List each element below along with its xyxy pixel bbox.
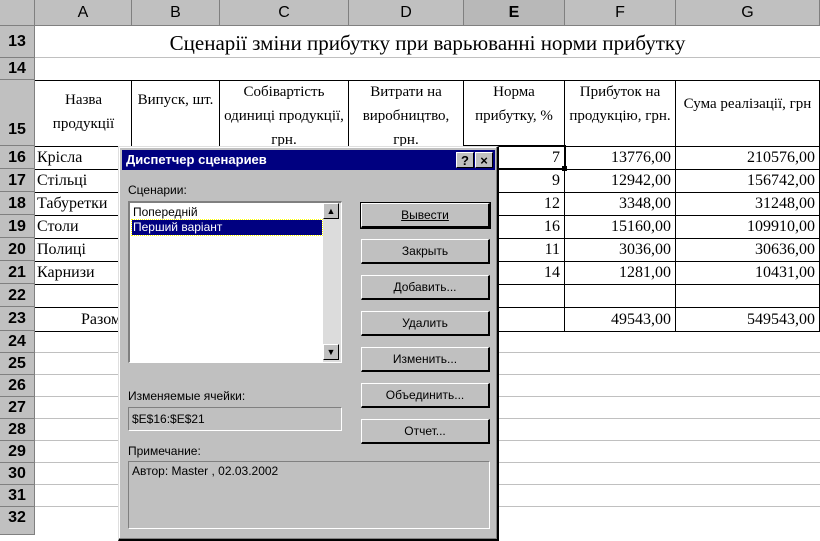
cell-product-name[interactable]: Столи [36, 216, 131, 238]
comment-field[interactable]: Автор: Master , 02.03.2002 [128, 461, 490, 529]
scroll-down-icon[interactable]: ▼ [323, 344, 339, 360]
header-cell-profit-rate[interactable]: Норма прибутку, % [464, 80, 564, 146]
add-button[interactable]: Добавить... [361, 275, 490, 300]
column-header-f[interactable]: F [565, 0, 676, 26]
merge-button[interactable]: Объединить... [361, 383, 490, 408]
row-header-28[interactable]: 28 [0, 419, 35, 441]
scenario-item-selected[interactable]: Перший варіант [131, 219, 323, 236]
row-header-16[interactable]: 16 [0, 146, 35, 169]
cell-product-name[interactable]: Карнизи [36, 262, 131, 284]
column-header-e[interactable]: E [464, 0, 565, 26]
row-header-22[interactable]: 22 [0, 284, 35, 307]
scenario-manager-dialog: Диспетчер сценариев ? × Сценарии: Попере… [118, 146, 499, 541]
row-header-17[interactable]: 17 [0, 169, 35, 192]
comment-label: Примечание: [128, 444, 201, 458]
close-icon[interactable]: × [475, 152, 493, 168]
header-cell-production-costs[interactable]: Витрати на виробництво, грн. [349, 80, 463, 146]
column-header-g[interactable]: G [676, 0, 820, 26]
cell-product-profit[interactable]: 15160,00 [565, 216, 675, 238]
cell-sales-sum[interactable]: 31248,00 [676, 193, 819, 215]
cell-sales-sum[interactable]: 30636,00 [676, 239, 819, 261]
show-button-label: Вывести [401, 208, 449, 222]
cell-sales-sum[interactable]: 10431,00 [676, 262, 819, 284]
row-header-25[interactable]: 25 [0, 353, 35, 375]
row-header-27[interactable]: 27 [0, 397, 35, 419]
scenario-item[interactable]: Попередній [132, 205, 322, 220]
column-header-a[interactable]: A [35, 0, 132, 26]
row-header-26[interactable]: 26 [0, 375, 35, 397]
row-header-24[interactable]: 24 [0, 331, 35, 353]
cell-product-profit[interactable]: 3348,00 [565, 193, 675, 215]
row-header-31[interactable]: 31 [0, 485, 35, 507]
row-header-21[interactable]: 21 [0, 261, 35, 284]
row-header-29[interactable]: 29 [0, 441, 35, 463]
row-header-32[interactable]: 32 [0, 507, 35, 535]
show-button[interactable]: Вывести [360, 202, 491, 229]
header-cell-product-profit[interactable]: Прибуток на продукцію, грн. [565, 80, 675, 146]
row-header-30[interactable]: 30 [0, 463, 35, 485]
scenarios-label: Сценарии: [128, 183, 187, 197]
fill-handle[interactable] [562, 166, 567, 171]
column-header-b[interactable]: B [132, 0, 220, 26]
cell-sales-sum[interactable]: 156742,00 [676, 170, 819, 192]
cell-product-name[interactable]: Стільці [36, 170, 131, 192]
cell-sales-sum[interactable]: 109910,00 [676, 216, 819, 238]
row-header-13[interactable]: 13 [0, 26, 35, 58]
row-header-19[interactable]: 19 [0, 215, 35, 238]
changing-cells-field[interactable]: $E$16:$E$21 [128, 407, 342, 431]
cell-sales-sum[interactable]: 210576,00 [676, 147, 819, 169]
cell-product-profit[interactable]: 3036,00 [565, 239, 675, 261]
cell-total-profit[interactable]: 49543,00 [565, 308, 675, 331]
header-cell-output[interactable]: Випуск, шт. [132, 82, 219, 146]
cell-product-name[interactable]: Крісла [36, 147, 131, 169]
cell-product-name[interactable]: Полиці [36, 239, 131, 261]
help-button[interactable]: ? [456, 152, 474, 168]
cell-product-profit[interactable]: 1281,00 [565, 262, 675, 284]
cell-product-profit[interactable]: 13776,00 [565, 147, 675, 169]
close-button[interactable]: Закрыть [361, 239, 490, 264]
row-header-14[interactable]: 14 [0, 58, 35, 80]
changing-cells-label: Изменяемые ячейки: [128, 389, 246, 403]
scroll-up-icon[interactable]: ▲ [323, 203, 339, 219]
column-header-c[interactable]: C [220, 0, 349, 26]
sheet-title[interactable]: Сценарії зміни прибутку при варьюванні н… [35, 28, 820, 58]
delete-button[interactable]: Удалить [361, 311, 490, 336]
scenarios-listbox[interactable]: Попередній Перший варіант ▲ ▼ [128, 201, 342, 363]
edit-button[interactable]: Изменить... [361, 347, 490, 372]
cell-product-name[interactable]: Табуретки [36, 193, 131, 215]
row-header-15[interactable]: 15 [0, 80, 35, 146]
row-header-20[interactable]: 20 [0, 238, 35, 261]
select-all-corner[interactable] [0, 0, 35, 26]
cell-product-profit[interactable]: 12942,00 [565, 170, 675, 192]
report-button[interactable]: Отчет... [361, 419, 490, 444]
cell-total-sales[interactable]: 549543,00 [676, 308, 819, 331]
dialog-title: Диспетчер сценариев [126, 152, 267, 167]
header-cell-unit-cost[interactable]: Собівартість одиниці продукції, грн. [220, 80, 348, 146]
row-header-18[interactable]: 18 [0, 192, 35, 215]
row-header-23[interactable]: 23 [0, 307, 35, 331]
dialog-title-bar[interactable]: Диспетчер сценариев [122, 150, 495, 170]
header-cell-product-name[interactable]: Назва продукції [36, 82, 131, 146]
header-cell-sales-sum[interactable]: Сума реалізації, грн [676, 82, 819, 146]
scrollbar[interactable]: ▲ ▼ [323, 203, 341, 362]
column-header-d[interactable]: D [349, 0, 464, 26]
